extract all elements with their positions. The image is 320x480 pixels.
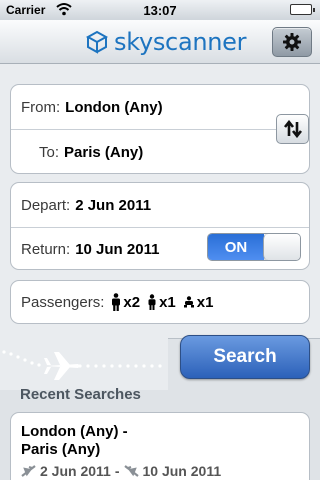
depart-row[interactable]: Depart: 2 Jun 2011: [11, 183, 309, 227]
recent-search-item[interactable]: London (Any) - Paris (Any) 2 Jun 2011 - …: [10, 412, 310, 480]
recent-route: London (Any) - Paris (Any): [21, 423, 128, 459]
recent-depart-date: 2 Jun 2011: [40, 463, 111, 479]
recent-searches-header: Recent Searches: [20, 386, 141, 403]
recent-route-line1: London (Any) -: [21, 423, 128, 440]
depart-label: Depart:: [21, 196, 71, 214]
app-logo: skyscanner: [84, 27, 247, 57]
departure-plane-icon: [21, 465, 36, 477]
recent-dates: 2 Jun 2011 - 10 Jun 2011: [21, 463, 221, 479]
return-toggle[interactable]: ON: [207, 233, 301, 261]
from-value: London (Any): [65, 98, 163, 116]
adults-value: x2: [123, 293, 141, 311]
passengers-card[interactable]: Passengers: x2 x1 x1: [10, 280, 310, 324]
infants-value: x1: [196, 293, 214, 311]
to-label: To:: [39, 143, 60, 161]
plane-icon: [2, 350, 162, 380]
recent-route-line2: Paris (Any): [21, 441, 101, 458]
status-bar: Carrier 13:07: [0, 0, 320, 20]
toggle-on-label: ON: [208, 234, 264, 260]
recent-return-date: 10 Jun 2011: [142, 463, 222, 479]
to-row[interactable]: To: Paris (Any): [11, 130, 309, 174]
battery-icon: [290, 4, 315, 15]
passengers-row[interactable]: Passengers: x2 x1 x1: [11, 281, 309, 323]
search-button[interactable]: Search: [180, 335, 310, 379]
return-value: 10 Jun 2011: [75, 240, 160, 258]
toggle-knob[interactable]: [263, 234, 300, 260]
depart-value: 2 Jun 2011: [75, 196, 152, 214]
brand-name: skyscanner: [114, 28, 247, 56]
swap-arrows-icon: [283, 120, 302, 138]
settings-button[interactable]: [272, 27, 312, 57]
adults-count: x2: [111, 293, 140, 311]
status-time: 13:07: [143, 3, 177, 18]
nav-bar: skyscanner: [0, 20, 320, 64]
from-label: From:: [21, 98, 61, 116]
child-icon: [148, 294, 156, 310]
return-label: Return:: [21, 240, 71, 258]
return-plane-icon: [123, 465, 139, 477]
infant-icon: [183, 296, 194, 308]
gear-icon: [283, 33, 301, 51]
infants-count: x1: [183, 293, 214, 311]
adult-icon: [112, 293, 121, 311]
skyscanner-logo-icon: [85, 30, 109, 54]
passengers-label: Passengers:: [21, 293, 105, 311]
to-value: Paris (Any): [64, 143, 144, 161]
children-count: x1: [147, 294, 176, 311]
from-row[interactable]: From: London (Any): [11, 85, 309, 129]
swap-route-button[interactable]: [276, 114, 309, 144]
recent-date-separator: -: [114, 463, 120, 479]
route-card: From: London (Any) To: Paris (Any): [10, 84, 310, 174]
children-value: x1: [159, 293, 176, 311]
